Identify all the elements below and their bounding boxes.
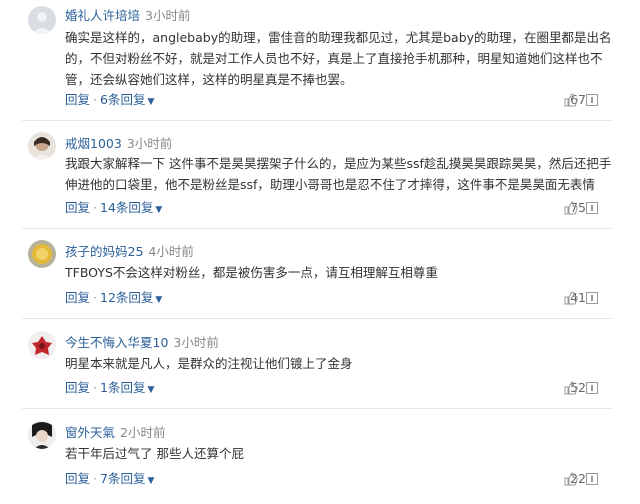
comment-text: 明星本来就是凡人，是群众的注视让他们镀上了金身	[65, 356, 353, 371]
separator-dot: ·	[93, 471, 97, 486]
comment-header: 今生不悔入华夏10 3小时前	[65, 335, 219, 351]
report-icon[interactable]	[586, 473, 598, 485]
divider	[22, 120, 612, 121]
timestamp: 3小时前	[126, 136, 173, 151]
separator-dot: ·	[93, 290, 97, 305]
divider	[22, 228, 612, 229]
avatar[interactable]	[28, 421, 56, 449]
username[interactable]: 孩子的妈妈25	[65, 244, 143, 259]
divider	[22, 408, 612, 409]
comment-header: 婚礼人许培培 3小时前	[65, 8, 190, 24]
comment-actions: 回复 · 1条回复 ▼	[65, 380, 154, 398]
thumbs-up-icon[interactable]	[564, 381, 578, 395]
avatar[interactable]	[28, 240, 56, 268]
view-replies-link[interactable]: 14条回复	[100, 200, 153, 215]
avatar[interactable]	[28, 132, 56, 160]
timestamp: 3小时前	[145, 8, 191, 23]
comment-header: 戒烟1003 3小时前	[65, 136, 172, 152]
avatar[interactable]	[28, 331, 56, 359]
comment-header: 孩子的妈妈25 4小时前	[65, 244, 194, 260]
timestamp: 3小时前	[173, 335, 219, 350]
report-icon[interactable]	[586, 94, 598, 106]
comment-text: 若干年后过气了 那些人还算个屁	[65, 446, 244, 461]
reply-button[interactable]: 回复	[65, 290, 90, 305]
separator-dot: ·	[93, 200, 97, 215]
timestamp: 4小时前	[148, 244, 194, 259]
reply-button[interactable]: 回复	[65, 471, 90, 486]
divider	[22, 318, 612, 319]
username[interactable]: 婚礼人许培培	[65, 8, 140, 23]
thumbs-up-icon[interactable]	[564, 472, 578, 486]
view-replies-link[interactable]: 1条回复	[100, 380, 145, 395]
view-replies-link[interactable]: 6条回复	[100, 92, 145, 107]
thumbs-up-icon[interactable]	[564, 93, 578, 107]
thumbs-up-icon[interactable]	[564, 291, 578, 305]
chevron-down-icon[interactable]: ▼	[155, 295, 162, 305]
chevron-down-icon[interactable]: ▼	[155, 205, 162, 215]
report-icon[interactable]	[586, 292, 598, 304]
comment-text: TFBOYS不会这样对粉丝，都是被伤害多一点，请互相理解互相尊重	[65, 265, 438, 280]
username[interactable]: 窗外天氣	[65, 425, 115, 440]
report-icon[interactable]	[586, 382, 598, 394]
thumbs-up-icon[interactable]	[564, 201, 578, 215]
reply-button[interactable]: 回复	[65, 380, 90, 395]
view-replies-link[interactable]: 12条回复	[100, 290, 153, 305]
username[interactable]: 今生不悔入华夏10	[65, 335, 168, 350]
chevron-down-icon[interactable]: ▼	[147, 97, 154, 107]
comment-actions: 回复 · 6条回复 ▼	[65, 92, 154, 110]
avatar[interactable]	[28, 6, 56, 34]
comment-text: 确实是这样的，anglebaby的助理，雷佳音的助理我都见过，尤其是baby的助…	[65, 30, 612, 87]
comment-header: 窗外天氣 2小时前	[65, 425, 165, 441]
chevron-down-icon[interactable]: ▼	[147, 476, 154, 486]
report-icon[interactable]	[586, 202, 598, 214]
chevron-down-icon[interactable]: ▼	[147, 385, 154, 395]
reply-button[interactable]: 回复	[65, 92, 90, 107]
comment-text: 我跟大家解释一下 这件事不是昊昊摆架子什么的，是应为某些ssf趁乱摸昊昊跟踪昊昊…	[65, 156, 612, 192]
comment-actions: 回复 · 12条回复 ▼	[65, 290, 162, 308]
view-replies-link[interactable]: 7条回复	[100, 471, 145, 486]
timestamp: 2小时前	[120, 425, 166, 440]
reply-button[interactable]: 回复	[65, 200, 90, 215]
separator-dot: ·	[93, 92, 97, 107]
comment-actions: 回复 · 14条回复 ▼	[65, 200, 162, 218]
username[interactable]: 戒烟1003	[65, 136, 122, 151]
comment-actions: 回复 · 7条回复 ▼	[65, 471, 154, 489]
separator-dot: ·	[93, 380, 97, 395]
